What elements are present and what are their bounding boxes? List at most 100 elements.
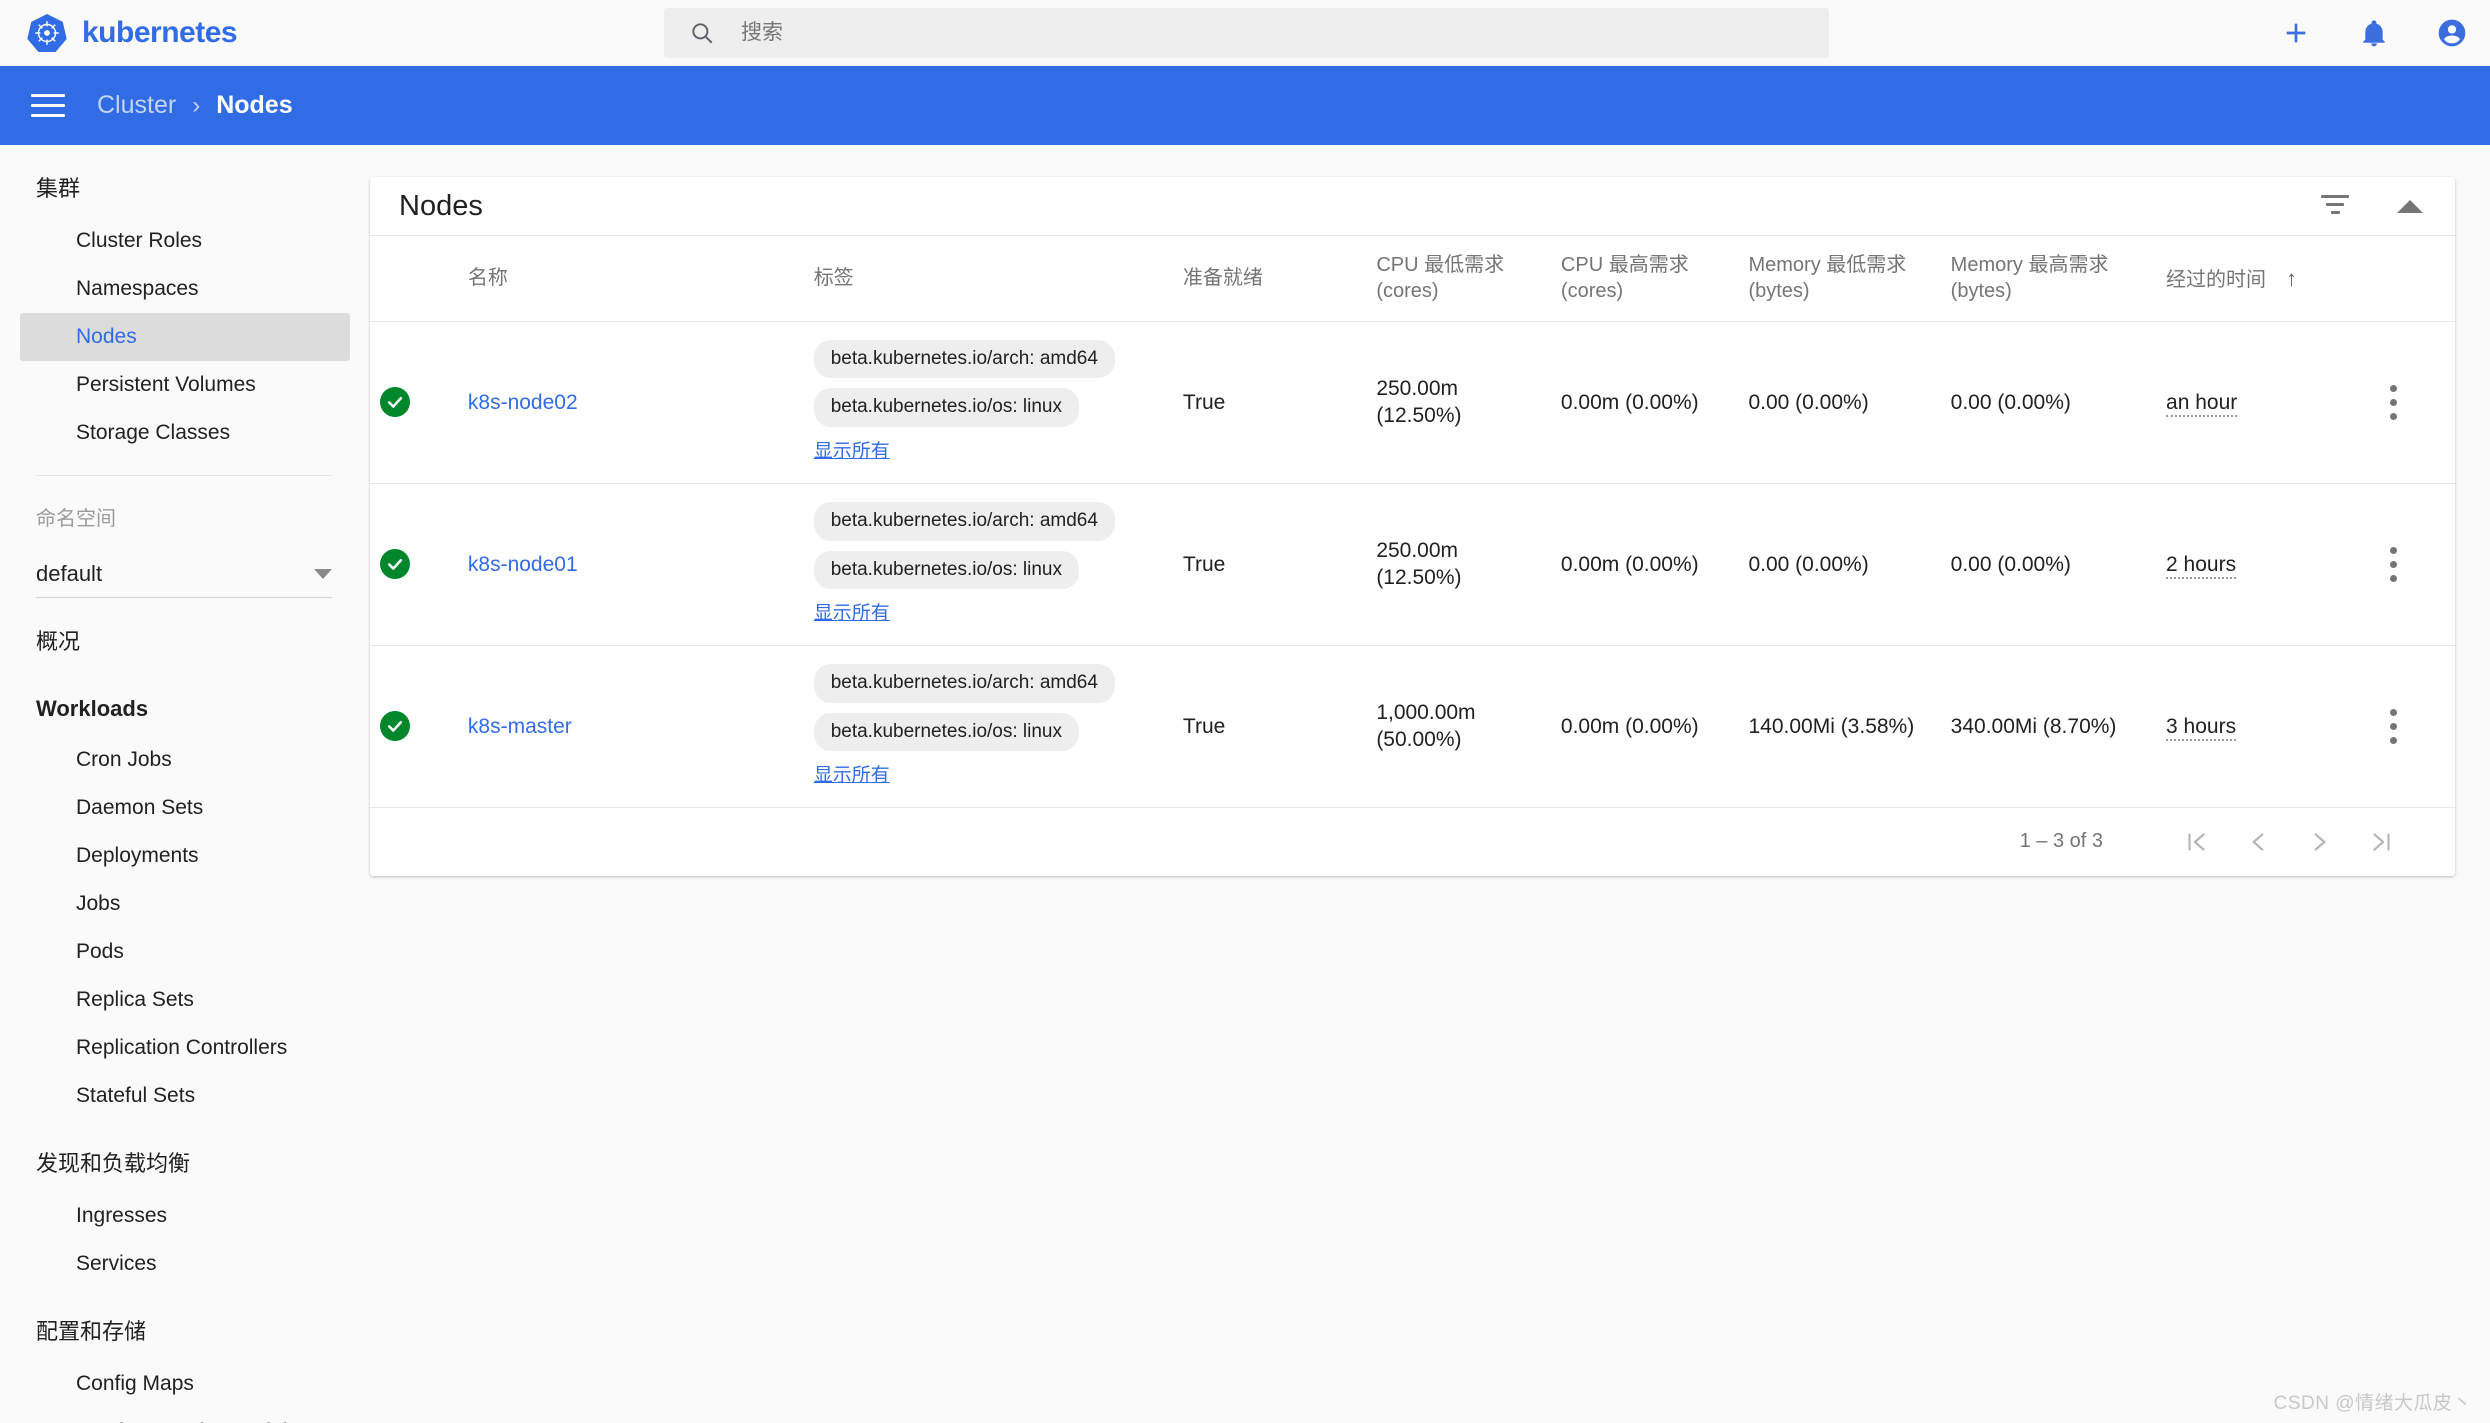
pagination-range-label: 1 – 3 of 3 xyxy=(2019,830,2103,853)
sidebar-item-cron-jobs[interactable]: Cron Jobs xyxy=(20,736,350,784)
age-value: 2 hours xyxy=(2166,552,2237,579)
row-overflow-menu-icon[interactable] xyxy=(2389,708,2397,744)
sidebar-item-replication-controllers[interactable]: Replication Controllers xyxy=(20,1024,350,1072)
column-header-labels[interactable]: 标签 xyxy=(803,235,1173,322)
sidebar-item-daemon-sets[interactable]: Daemon Sets xyxy=(20,784,350,832)
show-all-labels-link[interactable]: 显示所有 xyxy=(814,602,890,627)
show-all-labels-link[interactable]: 显示所有 xyxy=(814,440,890,465)
node-link[interactable]: k8s-node01 xyxy=(468,553,578,576)
namespace-selected-value: default xyxy=(36,561,103,586)
column-header-memory-limit[interactable]: Memory 最高需求 (bytes) xyxy=(1940,235,2157,322)
breadcrumb-bar: Cluster › Nodes xyxy=(0,66,2490,145)
sidebar-item-pods[interactable]: Pods xyxy=(20,928,350,976)
column-header-cpu-limit[interactable]: CPU 最高需求 (cores) xyxy=(1550,235,1739,322)
namespace-select[interactable]: default xyxy=(36,545,332,598)
row-labels-cell: beta.kubernetes.io/arch: amd64 beta.kube… xyxy=(803,483,1173,646)
column-header-ready[interactable]: 准备就绪 xyxy=(1172,235,1367,322)
chevron-up-icon[interactable] xyxy=(2397,199,2423,213)
sidebar-item-config-maps[interactable]: Config Maps xyxy=(20,1360,350,1408)
status-ready-icon xyxy=(380,549,410,580)
column-header-cpu-request[interactable]: CPU 最低需求 (cores) xyxy=(1366,235,1551,322)
filter-icon[interactable] xyxy=(2321,195,2349,217)
sidebar-item-nodes[interactable]: Nodes xyxy=(20,313,350,361)
row-overflow-menu-icon[interactable] xyxy=(2389,546,2397,582)
last-page-button[interactable] xyxy=(2351,811,2413,873)
column-header-text: CPU 最低需求 (cores) xyxy=(1376,254,1505,303)
sidebar-item-label: Services xyxy=(76,1252,157,1275)
sidebar-item-label: Persistent Volumes xyxy=(76,373,256,396)
next-page-button[interactable] xyxy=(2289,811,2351,873)
sidebar-item-services[interactable]: Services xyxy=(20,1240,350,1288)
column-header-actions xyxy=(2331,235,2455,322)
sidebar-item-label: Replication Controllers xyxy=(76,1036,288,1059)
row-status-cell xyxy=(370,321,458,484)
hamburger-menu-icon[interactable] xyxy=(31,93,65,118)
show-all-labels-link[interactable]: 显示所有 xyxy=(814,764,890,789)
row-labels-cell: beta.kubernetes.io/arch: amd64 beta.kube… xyxy=(803,321,1173,484)
brand-name: kubernetes xyxy=(82,15,238,49)
sidebar-item-cluster-roles[interactable]: Cluster Roles xyxy=(20,217,350,265)
column-header-text: Memory 最高需求 (bytes) xyxy=(1950,254,2109,303)
plus-icon[interactable] xyxy=(2280,17,2312,49)
sidebar-item-jobs[interactable]: Jobs xyxy=(20,880,350,928)
row-memory-request-cell: 140.00Mi (3.58%) xyxy=(1738,645,1941,808)
search-icon xyxy=(692,23,713,44)
table-row[interactable]: k8s-master beta.kubernetes.io/arch: amd6… xyxy=(370,645,2455,808)
column-header-text: Memory 最低需求 (bytes) xyxy=(1748,254,1907,303)
sidebar-item-deployments[interactable]: Deployments xyxy=(20,832,350,880)
node-link[interactable]: k8s-master xyxy=(468,715,572,738)
brand[interactable]: kubernetes xyxy=(26,12,238,54)
bell-icon[interactable] xyxy=(2358,17,2390,49)
row-cpu-request-cell: 250.00m (12.50%) xyxy=(1366,483,1551,646)
first-page-button[interactable] xyxy=(2165,811,2227,873)
breadcrumb: Cluster › Nodes xyxy=(97,91,293,120)
namespace-label: 命名空间 xyxy=(36,508,116,530)
row-cpu-limit-cell: 0.00m (0.00%) xyxy=(1550,321,1739,484)
node-link[interactable]: k8s-node02 xyxy=(468,391,578,414)
label-chip: beta.kubernetes.io/os: linux xyxy=(813,712,1079,752)
card-header-actions xyxy=(2321,177,2423,235)
sidebar-item-label: Namespaces xyxy=(76,277,199,300)
next-page-icon xyxy=(2314,833,2326,851)
sidebar-item-storage-classes[interactable]: Storage Classes xyxy=(20,409,350,457)
sidebar-item-persistent-volume-claims[interactable]: Persistent Volume Claims xyxy=(20,1408,350,1423)
nodes-card: Nodes 名称 标签 准备就绪 CPU 最低需求 (cores) CPU 最高… xyxy=(370,177,2455,876)
breadcrumb-separator: › xyxy=(192,91,201,119)
column-header-name[interactable]: 名称 xyxy=(457,235,804,322)
column-header-text: 经过的时间 xyxy=(2166,268,2267,291)
age-value: an hour xyxy=(2166,390,2238,417)
pagination: 1 – 3 of 3 xyxy=(370,808,2455,876)
sidebar-item-label: Cluster Roles xyxy=(76,229,203,252)
column-header-status xyxy=(370,235,458,322)
table-row[interactable]: k8s-node01 beta.kubernetes.io/arch: amd6… xyxy=(370,483,2455,646)
column-header-memory-request[interactable]: Memory 最低需求 (bytes) xyxy=(1738,235,1941,322)
breadcrumb-parent[interactable]: Cluster xyxy=(97,91,176,120)
card-header: Nodes xyxy=(370,177,2455,235)
sidebar-item-label: Stateful Sets xyxy=(76,1084,196,1107)
account-circle-icon[interactable] xyxy=(2436,17,2468,49)
row-cpu-limit-cell: 0.00m (0.00%) xyxy=(1550,483,1739,646)
row-memory-request-cell: 0.00 (0.00%) xyxy=(1738,321,1941,484)
sidebar-item-stateful-sets[interactable]: Stateful Sets xyxy=(20,1072,350,1120)
sidebar-item-namespaces[interactable]: Namespaces xyxy=(20,265,350,313)
search-bar[interactable] xyxy=(664,8,1829,58)
first-page-icon xyxy=(2188,833,2205,851)
sidebar-item-label: Jobs xyxy=(76,892,121,915)
row-memory-limit-cell: 0.00 (0.00%) xyxy=(1940,483,2157,646)
column-header-age[interactable]: 经过的时间 ↑ xyxy=(2156,235,2332,322)
row-overflow-menu-icon[interactable] xyxy=(2389,384,2397,420)
sidebar-item-ingresses[interactable]: Ingresses xyxy=(20,1192,350,1240)
sidebar-section-title-overview[interactable]: 概况 xyxy=(0,598,368,670)
sidebar-section-title-workloads: Workloads xyxy=(36,696,149,721)
sidebar-item-replica-sets[interactable]: Replica Sets xyxy=(20,976,350,1024)
row-memory-request-cell: 0.00 (0.00%) xyxy=(1738,483,1941,646)
row-name-cell: k8s-node02 xyxy=(457,321,804,484)
row-ready-cell: True xyxy=(1172,321,1367,484)
label-chip: beta.kubernetes.io/arch: amd64 xyxy=(813,663,1115,703)
search-input[interactable] xyxy=(739,20,1639,46)
sidebar-section-title-cluster: 集群 xyxy=(36,176,81,201)
age-value: 3 hours xyxy=(2166,714,2237,741)
sidebar-item-persistent-volumes[interactable]: Persistent Volumes xyxy=(20,361,350,409)
previous-page-button[interactable] xyxy=(2227,811,2289,873)
table-row[interactable]: k8s-node02 beta.kubernetes.io/arch: amd6… xyxy=(370,321,2455,484)
